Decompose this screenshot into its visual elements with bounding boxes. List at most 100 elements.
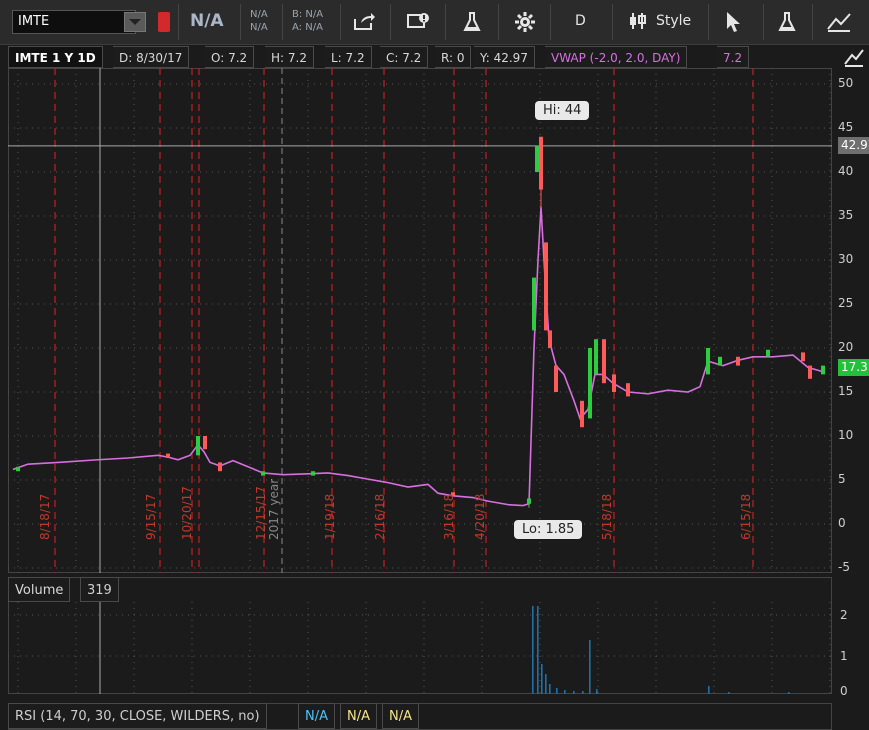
aggregation-period-button[interactable]: D: [575, 13, 586, 29]
symbol-text: IMTE: [18, 14, 50, 29]
chart-symbol-label[interactable]: IMTE 1 Y 1D: [8, 46, 103, 68]
flask-icon[interactable]: [463, 11, 481, 38]
volume-bar: [537, 606, 539, 694]
cursor-icon[interactable]: [725, 11, 743, 38]
symbol-input[interactable]: IMTE: [12, 10, 136, 34]
low-readout: L: 7.2: [325, 46, 372, 68]
date-label: 10/20/17: [180, 486, 194, 540]
candle: [535, 145, 539, 172]
rsi-overbought: N/A: [340, 703, 377, 729]
volume-bar: [589, 640, 591, 694]
flask-icon-2[interactable]: [778, 11, 796, 38]
date-label: 6/15/18: [739, 493, 753, 540]
volume-bar: [788, 692, 790, 694]
divider: [240, 4, 241, 40]
date-readout: D: 8/30/17: [113, 46, 190, 68]
volume-bar: [532, 606, 534, 694]
ask-price: A: N/A: [292, 22, 323, 33]
price-axis-label: 50: [838, 76, 854, 90]
drawing-tool-icon[interactable]: [843, 46, 865, 73]
price-chart[interactable]: [8, 68, 832, 573]
share-icon[interactable]: [353, 11, 375, 36]
date-label: 12/15/17: [254, 486, 268, 540]
divider: [812, 4, 813, 40]
tv-alert-icon[interactable]: [407, 11, 431, 36]
high-callout: Hi: 44: [535, 101, 590, 120]
price-axis-label: 45: [838, 120, 854, 134]
candle: [588, 348, 592, 419]
candle: [203, 436, 207, 450]
candle: [821, 365, 825, 375]
candle: [801, 352, 805, 362]
candle: [166, 453, 170, 458]
price-axis-label: 40: [838, 164, 854, 178]
drawing-icon[interactable]: [826, 11, 852, 38]
candle: [580, 400, 584, 428]
candle: [311, 471, 315, 476]
volume-axis-label: 2: [840, 608, 848, 622]
candle: [594, 339, 598, 375]
volume-bar: [556, 688, 558, 694]
close-readout: C: 7.2: [380, 46, 429, 68]
price-axis-label: -5: [838, 560, 850, 574]
crosshair-price-tag: 42.97: [838, 137, 869, 154]
vwap-study-label[interactable]: VWAP (-2.0, 2.0, DAY): [545, 46, 688, 68]
open-readout: O: 7.2: [205, 46, 255, 68]
price-axis-label: 0: [838, 516, 846, 530]
candle: [16, 466, 20, 472]
divider: [708, 4, 709, 40]
date-label: 1/19/18: [323, 493, 337, 540]
divider: [178, 4, 179, 40]
divider: [390, 4, 391, 40]
candle: [736, 356, 740, 366]
volume-bar: [541, 664, 543, 694]
divider: [445, 4, 446, 40]
low-callout: Lo: 1.85: [514, 520, 583, 539]
rsi-value: N/A: [298, 703, 335, 729]
candle: [626, 383, 630, 397]
volume-value: 319: [80, 577, 119, 602]
divider: [763, 4, 764, 40]
price-axis-label: 5: [838, 472, 846, 486]
volume-bar: [708, 686, 710, 694]
candle-icon[interactable]: [628, 11, 648, 36]
price-axis-label: 35: [838, 208, 854, 222]
price-axis-label: 25: [838, 296, 854, 310]
volume-bar: [545, 674, 547, 694]
rsi-oversold: N/A: [382, 703, 419, 729]
last-price: N/A: [190, 11, 224, 31]
candle: [718, 356, 722, 366]
date-label: 3/16/18: [442, 493, 456, 540]
candle: [196, 436, 200, 456]
divider: [612, 4, 613, 40]
gear-icon[interactable]: [514, 11, 536, 38]
date-label: 2/16/18: [373, 493, 387, 540]
price-axis-label: 15: [838, 384, 854, 398]
symbol-dropdown-button[interactable]: [124, 12, 146, 32]
rsi-study-label[interactable]: RSI (14, 70, 30, CLOSE, WILDERS, no): [8, 703, 267, 729]
volume-bar: [564, 690, 566, 694]
volume-axis-label: 0: [840, 684, 848, 698]
candle: [706, 348, 710, 375]
candle: [808, 365, 812, 379]
style-menu-button[interactable]: Style: [656, 13, 691, 29]
range-readout: R: 0: [435, 46, 472, 68]
candle: [527, 498, 531, 504]
divider: [282, 4, 283, 40]
vwap-value: 7.2: [717, 46, 750, 68]
high-readout: H: 7.2: [265, 46, 314, 68]
volume-chart[interactable]: [8, 602, 832, 694]
candle: [612, 374, 616, 392]
volume-label[interactable]: Volume: [8, 577, 71, 602]
volume-axis-label: 1: [840, 649, 848, 663]
date-label: 5/18/18: [600, 493, 614, 540]
volume-bar: [573, 691, 575, 694]
flag-icon[interactable]: [158, 12, 170, 32]
year-label: 2017 year: [267, 478, 281, 540]
chevron-down-icon: [129, 19, 141, 25]
candle: [261, 471, 265, 476]
candle: [602, 339, 606, 384]
candle: [548, 330, 552, 348]
date-label: 4/20/18: [473, 493, 487, 540]
candle: [544, 242, 548, 331]
